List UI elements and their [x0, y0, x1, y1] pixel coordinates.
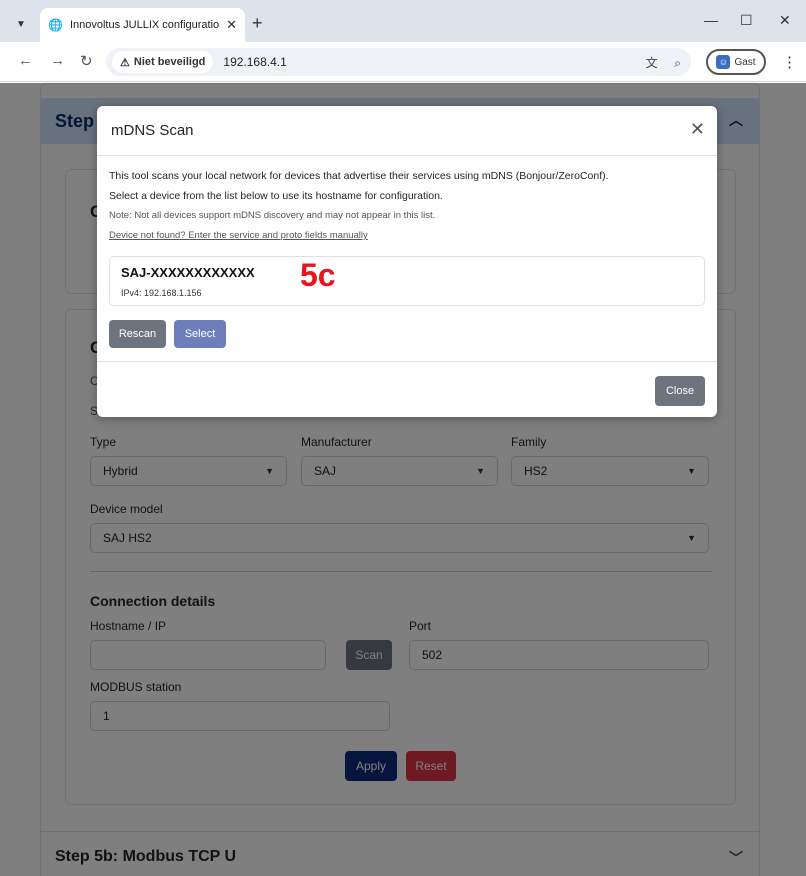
- rescan-button[interactable]: Rescan: [109, 320, 166, 348]
- profile-label: Gast: [734, 56, 756, 68]
- device-name: SAJ-XXXXXXXXXXXX: [121, 265, 255, 280]
- mdns-scan-modal: mDNS Scan ✕ This tool scans your local n…: [97, 106, 717, 417]
- menu-icon[interactable]: ⋮: [782, 53, 797, 71]
- security-chip[interactable]: ⚠ Niet beveiligd: [112, 51, 214, 73]
- modal-footer: Close: [97, 361, 717, 417]
- maximize-icon[interactable]: ☐: [740, 12, 753, 29]
- manual-entry-link[interactable]: Device not found? Enter the service and …: [109, 230, 368, 241]
- browser-tab-bar: ▼ 🌐 Innovoltus JULLIX configuration ✕ + …: [0, 0, 806, 42]
- new-tab-icon[interactable]: +: [252, 13, 263, 34]
- back-icon[interactable]: ←: [18, 52, 33, 69]
- close-button[interactable]: Close: [655, 376, 705, 406]
- browser-tab[interactable]: 🌐 Innovoltus JULLIX configuration ✕: [40, 8, 245, 42]
- translate-icon[interactable]: 文: [646, 56, 658, 70]
- close-icon[interactable]: ✕: [690, 119, 705, 140]
- modal-title: mDNS Scan: [111, 122, 194, 139]
- address-bar[interactable]: ⚠ Niet beveiligd 192.168.4.1 文 ⌕: [106, 48, 691, 76]
- profile-avatar-icon: ☺: [716, 55, 731, 69]
- device-list-item[interactable]: SAJ-XXXXXXXXXXXX IPv4: 192.168.1.156 5c: [109, 256, 705, 306]
- step-annotation: 5c: [300, 257, 336, 293]
- description-line-1: This tool scans your local network for d…: [109, 170, 609, 182]
- security-label: Niet beveiligd: [133, 56, 206, 68]
- tab-close-icon[interactable]: ✕: [226, 17, 237, 33]
- profile-button[interactable]: ☺ Gast: [706, 49, 766, 75]
- description-line-2: Select a device from the list below to u…: [109, 190, 443, 202]
- minimize-icon[interactable]: —: [704, 12, 718, 28]
- url-text: 192.168.4.1: [223, 55, 287, 69]
- select-button[interactable]: Select: [174, 320, 226, 348]
- window-close-icon[interactable]: ✕: [779, 12, 791, 29]
- tab-search-icon[interactable]: ▼: [10, 13, 32, 35]
- note-text: Note: Not all devices support mDNS disco…: [109, 210, 436, 221]
- reload-icon[interactable]: ↻: [80, 52, 93, 70]
- globe-icon: 🌐: [48, 18, 63, 32]
- modal-header: mDNS Scan ✕: [97, 106, 717, 156]
- warning-icon: ⚠: [120, 56, 130, 69]
- forward-icon[interactable]: →: [50, 52, 65, 69]
- browser-toolbar: ← → ↻ ⚠ Niet beveiligd 192.168.4.1 文 ⌕ ☺…: [0, 42, 806, 82]
- zoom-icon[interactable]: ⌕: [674, 56, 681, 70]
- tab-title: Innovoltus JULLIX configuration: [69, 19, 221, 31]
- device-ip: IPv4: 192.168.1.156: [121, 288, 202, 298]
